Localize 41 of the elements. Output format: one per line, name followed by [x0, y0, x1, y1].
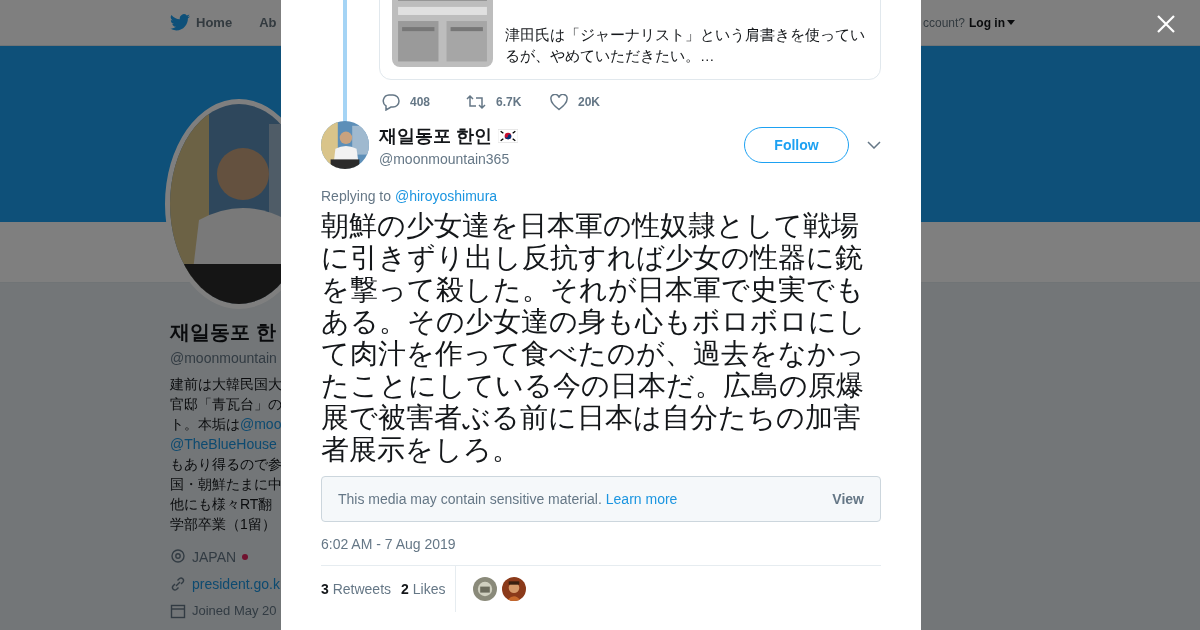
- quoted-tweet-card[interactable]: 津田氏は「ジャーナリスト」という肩書きを使っているが、やめていただきたい。…: [379, 0, 881, 80]
- chevron-down-icon[interactable]: [867, 141, 881, 149]
- speech-bubble-icon[interactable]: [382, 93, 400, 111]
- login-prompt: ccount?: [922, 15, 965, 30]
- user-handle: @moonmountain365: [379, 150, 511, 167]
- close-icon[interactable]: [1156, 14, 1176, 34]
- calendar-icon: [170, 602, 186, 619]
- bird-icon: [170, 14, 190, 31]
- action-count: 20K: [578, 95, 600, 109]
- nav-link[interactable]: Ab: [259, 15, 277, 30]
- retweet-icon[interactable]: [466, 93, 486, 111]
- heart-icon[interactable]: [550, 93, 568, 111]
- profile-name: 재일동포 한: [170, 320, 277, 345]
- profile-bio: 建前は大韓民国大 官邸「青瓦台」の ト。本垢は@moo @TheBlueHouse もあり得るので参 国・朝鮮たまに中 他にも様々RT翻 学部卒業（1留）: [170, 375, 281, 534]
- follow-button[interactable]: Follow: [744, 127, 849, 163]
- location-pin-icon: [170, 548, 186, 565]
- user-name: 재일동포 한인: [379, 124, 492, 148]
- action-count: 408: [410, 95, 431, 109]
- profile-handle: @moonmountain: [170, 350, 278, 366]
- mention-link[interactable]: @moo: [240, 416, 282, 432]
- login-link[interactable]: Log in: [969, 15, 1015, 30]
- mention-link[interactable]: @TheBlueHouse: [170, 436, 277, 452]
- joined-date: Joined May 20: [192, 603, 277, 618]
- replying-to-text: Replying to @hiroyoshimura: [321, 188, 499, 204]
- website-link[interactable]: president.go.k: [192, 575, 280, 592]
- tweet-timestamp: 6:02 AM - 7 Aug 2019: [321, 536, 881, 566]
- home-link[interactable]: Home: [170, 14, 233, 31]
- learn-more-link[interactable]: Learn more: [605, 491, 678, 507]
- sensitive-warning-text: This media may contain sensitive material.: [338, 491, 602, 507]
- flag-dot-icon: [242, 553, 249, 560]
- location-text: JAPAN: [192, 548, 237, 565]
- tweet-text: 朝鮮の少女達を日本軍の性奴隷として戦場に引きずり出し反抗すれば少女の性器に銃を撃って殺した。それが日本軍で史実でもある。その少女達の身も心もボロボロにして肉汁を作って食べたのが、過去をなかったことにしている今の日本だ。広島の原爆展で被害者ぶる前に日本は自分たちの加害者展示をしろ。: [321, 210, 867, 466]
- link-icon: [170, 575, 186, 592]
- stat-link[interactable]: 3 Retweets: [321, 581, 392, 597]
- action-count: 6.7K: [496, 95, 522, 109]
- mention-link[interactable]: @hiroyoshimura: [394, 188, 498, 204]
- stat-link[interactable]: 2 Likes: [401, 581, 446, 597]
- flag-icon: [498, 128, 518, 143]
- view-link[interactable]: View: [832, 491, 864, 507]
- quoted-tweet-text: 津田氏は「ジャーナリスト」という肩書きを使っているが、やめていただきたい。…: [505, 26, 866, 66]
- caret-icon: [1007, 20, 1015, 25]
